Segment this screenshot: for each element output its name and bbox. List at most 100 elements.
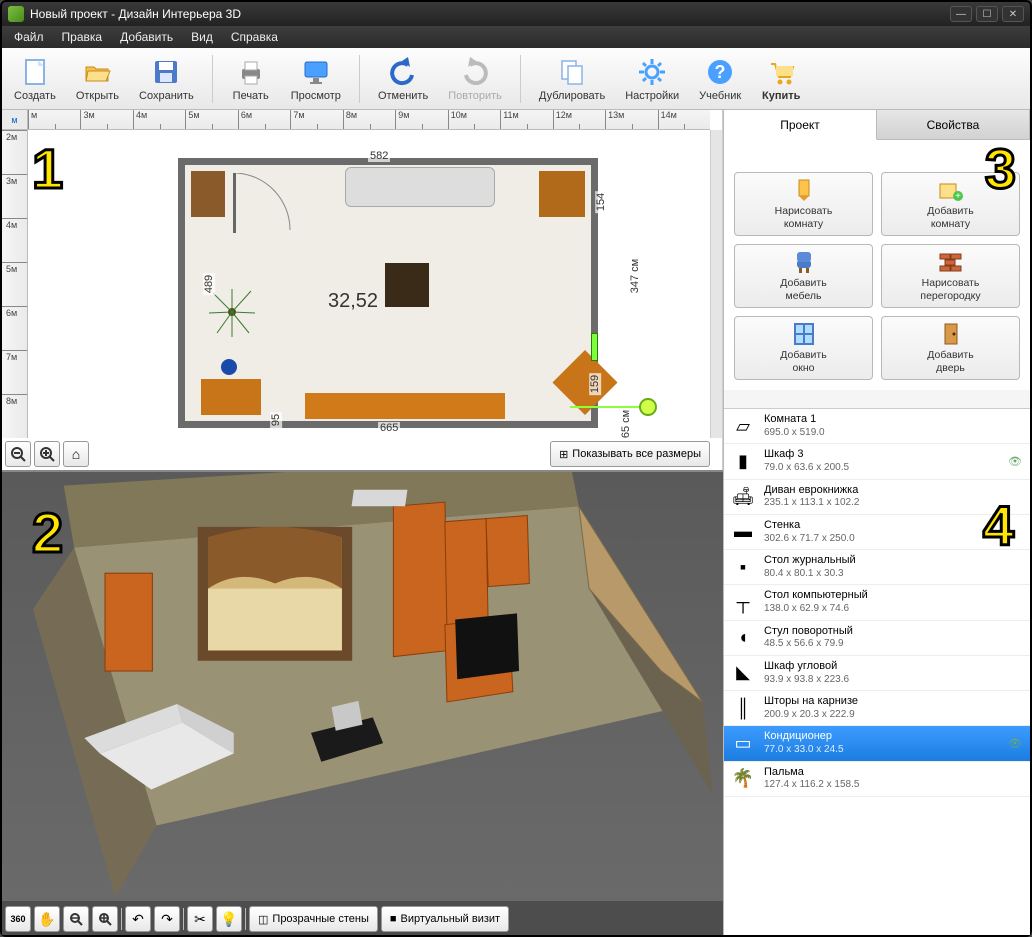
ruler-corner: м bbox=[2, 110, 28, 130]
furniture-chair[interactable] bbox=[219, 357, 239, 377]
virtual-tour-label: Виртуальный визит bbox=[401, 913, 501, 925]
visibility-eye-icon[interactable]: 👁 bbox=[1008, 455, 1024, 468]
item-dims: 695.0 x 519.0 bbox=[764, 427, 1024, 440]
canvas-2d[interactable]: 582 347 см 154 489 665 159 65 см 95 32,5… bbox=[28, 130, 710, 438]
rotate-360-button[interactable]: 360 bbox=[5, 906, 31, 932]
add-window-button[interactable]: Добавитьокно bbox=[734, 316, 873, 380]
toolbar-undo-button[interactable]: Отменить bbox=[372, 53, 434, 105]
window-title: Новый проект - Дизайн Интерьера 3D bbox=[30, 7, 946, 21]
scene-item[interactable]: ▱ Комната 1695.0 x 519.0 bbox=[724, 409, 1030, 444]
add-room-button[interactable]: +Добавитькомнату bbox=[881, 172, 1020, 236]
draw-wall-button[interactable]: Нарисоватьперегородку bbox=[881, 244, 1020, 308]
open-icon bbox=[81, 56, 113, 88]
toolbar-new-button[interactable]: Создать bbox=[8, 53, 62, 105]
toolbar-label: Открыть bbox=[76, 90, 119, 102]
item-dims: 127.4 x 116.2 x 158.5 bbox=[764, 779, 1024, 792]
app-icon bbox=[8, 6, 24, 22]
ruler-tick: 2м bbox=[2, 130, 27, 174]
maximize-button[interactable]: ☐ bbox=[976, 6, 998, 22]
item-name: Диван еврокнижка bbox=[764, 484, 1024, 498]
add-furn-button[interactable]: Добавитьмебель bbox=[734, 244, 873, 308]
ruler-tick: 7м bbox=[2, 350, 27, 394]
toolbar-open-button[interactable]: Открыть bbox=[70, 53, 125, 105]
item-name: Шкаф угловой bbox=[764, 660, 1024, 674]
view-3d[interactable]: 360 ✋ ↶ ↷ ✂ 💡 ◫ Прозрачные стены bbox=[2, 470, 723, 935]
transparent-walls-label: Прозрачные стены bbox=[272, 913, 368, 925]
home-button[interactable]: ⌂ bbox=[63, 441, 89, 467]
action-label: Добавитькомнату bbox=[927, 205, 973, 229]
menu-item-Правка[interactable]: Правка bbox=[54, 27, 111, 47]
menu-item-Вид[interactable]: Вид bbox=[183, 27, 221, 47]
print-icon bbox=[235, 56, 267, 88]
transparent-walls-button[interactable]: ◫ Прозрачные стены bbox=[249, 906, 378, 932]
scene-item[interactable]: ▭ Кондиционер77.0 x 33.0 x 24.5 👁 bbox=[724, 726, 1030, 761]
plan-2d-view[interactable]: м м3м4м5м6м7м8м9м10м11м12м13м14м 2м3м4м5… bbox=[2, 110, 723, 470]
room-area-label: 32,52 bbox=[328, 290, 378, 313]
ruler-tick: 14м bbox=[658, 110, 710, 129]
wall-icon: ◫ bbox=[258, 913, 268, 926]
toolbar-redo-button[interactable]: Повторить bbox=[442, 53, 508, 105]
zoom-in-button[interactable] bbox=[34, 441, 60, 467]
item-thumb-icon: ▪ bbox=[730, 555, 756, 579]
furniture-corner-wardrobe[interactable] bbox=[539, 171, 585, 217]
undo-icon bbox=[387, 56, 419, 88]
furniture-sofa[interactable] bbox=[345, 167, 495, 207]
furniture-desk[interactable] bbox=[201, 379, 261, 415]
virtual-tour-button[interactable]: ■ Виртуальный визит bbox=[381, 906, 509, 932]
action-label: Добавитьдверь bbox=[927, 349, 973, 373]
menu-item-Файл[interactable]: Файл bbox=[6, 27, 52, 47]
ruler-tick: 6м bbox=[2, 306, 27, 350]
scene-item[interactable]: ▬ Стенка302.6 x 71.7 x 250.0 bbox=[724, 515, 1030, 550]
dim-right-sub: 154 bbox=[595, 191, 607, 213]
show-all-sizes-button[interactable]: ⊞ Показывать все размеры bbox=[550, 441, 710, 467]
brick-icon bbox=[937, 250, 965, 274]
room-outline[interactable] bbox=[178, 158, 598, 428]
toolbar-print-button[interactable]: Печать bbox=[225, 53, 277, 105]
canvas-3d[interactable] bbox=[2, 472, 723, 901]
minimize-button[interactable]: — bbox=[950, 6, 972, 22]
scene-item[interactable]: ║ Шторы на карнизе200.9 x 20.3 x 222.9 bbox=[724, 691, 1030, 726]
item-dims: 200.9 x 20.3 x 222.9 bbox=[764, 709, 1024, 722]
menu-item-Справка[interactable]: Справка bbox=[223, 27, 286, 47]
furniture-wardrobe[interactable] bbox=[191, 171, 225, 217]
add-door-button[interactable]: Добавитьдверь bbox=[881, 316, 1020, 380]
scene-item[interactable]: ◖ Стул поворотный48.5 x 56.6 x 79.9 bbox=[724, 621, 1030, 656]
dim-top: 582 bbox=[368, 150, 390, 162]
zoom-out-button[interactable] bbox=[5, 441, 31, 467]
scene-item[interactable]: 🛋 Диван еврокнижка235.1 x 113.1 x 102.2 bbox=[724, 480, 1030, 515]
scene-item[interactable]: ▪ Стол журнальный80.4 x 80.1 x 30.3 bbox=[724, 550, 1030, 585]
toolbar-view-button[interactable]: Просмотр bbox=[285, 53, 347, 105]
zoom-out-3d-button[interactable] bbox=[63, 906, 89, 932]
furniture-coffee-table[interactable] bbox=[385, 263, 429, 307]
furniture-wall-unit[interactable] bbox=[305, 393, 505, 419]
pencil-icon bbox=[790, 178, 818, 202]
scene-item[interactable]: ┬ Стол компьютерный138.0 x 62.9 x 74.6 bbox=[724, 585, 1030, 620]
pan-button[interactable]: ✋ bbox=[34, 906, 60, 932]
menu-item-Добавить[interactable]: Добавить bbox=[112, 27, 181, 47]
toolbar-buy-button[interactable]: Купить bbox=[755, 53, 807, 105]
toolbar-dup-button[interactable]: Дублировать bbox=[533, 53, 611, 105]
toolbar-help-button[interactable]: ?Учебник bbox=[693, 53, 747, 105]
scene-item[interactable]: ▮ Шкаф 379.0 x 63.6 x 200.5 👁 bbox=[724, 444, 1030, 479]
scene-item[interactable]: 🌴 Пальма127.4 x 116.2 x 158.5 bbox=[724, 762, 1030, 797]
undo-3d-button[interactable]: ↶ bbox=[125, 906, 151, 932]
gear-icon bbox=[636, 56, 668, 88]
tab-properties[interactable]: Свойства bbox=[877, 110, 1030, 139]
ruler-tick: 9м bbox=[395, 110, 447, 129]
tab-project[interactable]: Проект bbox=[724, 110, 877, 140]
redo-3d-button[interactable]: ↷ bbox=[154, 906, 180, 932]
toolbar-settings-button[interactable]: Настройки bbox=[619, 53, 685, 105]
selection-handle[interactable] bbox=[568, 385, 668, 435]
scrollbar-vertical[interactable] bbox=[710, 130, 722, 438]
toolbar-save-button[interactable]: Сохранить bbox=[133, 53, 200, 105]
help-icon: ? bbox=[704, 56, 736, 88]
visibility-eye-icon[interactable]: 👁 bbox=[1008, 737, 1024, 750]
draw-room-button[interactable]: Нарисоватькомнату bbox=[734, 172, 873, 236]
cut-walls-button[interactable]: ✂ bbox=[187, 906, 213, 932]
zoom-in-3d-button[interactable] bbox=[92, 906, 118, 932]
selected-item-ac[interactable] bbox=[591, 333, 598, 361]
tabs: Проект Свойства bbox=[724, 110, 1030, 140]
close-button[interactable]: ✕ bbox=[1002, 6, 1024, 22]
lighting-button[interactable]: 💡 bbox=[216, 906, 242, 932]
scene-item[interactable]: ◣ Шкаф угловой93.9 x 93.8 x 223.6 bbox=[724, 656, 1030, 691]
